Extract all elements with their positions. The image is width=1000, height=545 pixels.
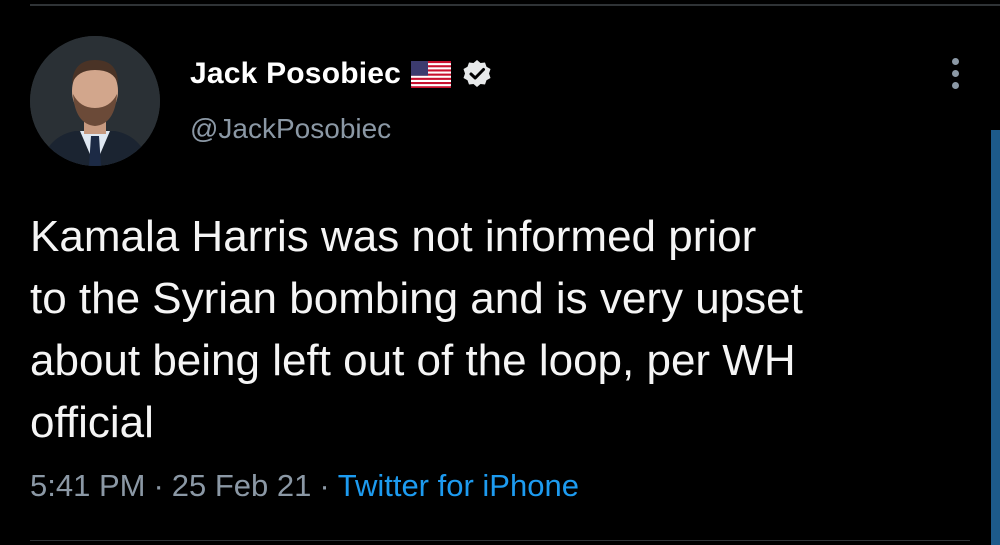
meta-separator: · <box>153 468 164 503</box>
meta-separator: · <box>319 468 330 503</box>
avatar[interactable] <box>30 36 160 166</box>
bottom-divider <box>30 540 970 541</box>
more-vertical-icon[interactable] <box>952 58 960 92</box>
verified-badge-icon <box>463 60 491 87</box>
tweet-date[interactable]: 25 Feb 21 <box>172 468 312 504</box>
us-flag-icon <box>411 60 452 88</box>
author-handle[interactable]: @JackPosobiec <box>190 113 391 145</box>
author-name-row: Jack Posobiec <box>190 54 493 94</box>
scrollbar[interactable] <box>991 130 1000 545</box>
tweet-metadata: 5:41 PM · 25 Feb 21 · Twitter for iPhone <box>30 468 579 504</box>
tweet-text: Kamala Harris was not informed prior to … <box>30 212 803 447</box>
avatar-photo <box>30 36 160 166</box>
top-divider <box>30 4 1000 6</box>
author-display-name[interactable]: Jack Posobiec <box>190 57 401 91</box>
tweet-time[interactable]: 5:41 PM <box>30 468 145 504</box>
tweet-source-link[interactable]: Twitter for iPhone <box>338 468 579 504</box>
